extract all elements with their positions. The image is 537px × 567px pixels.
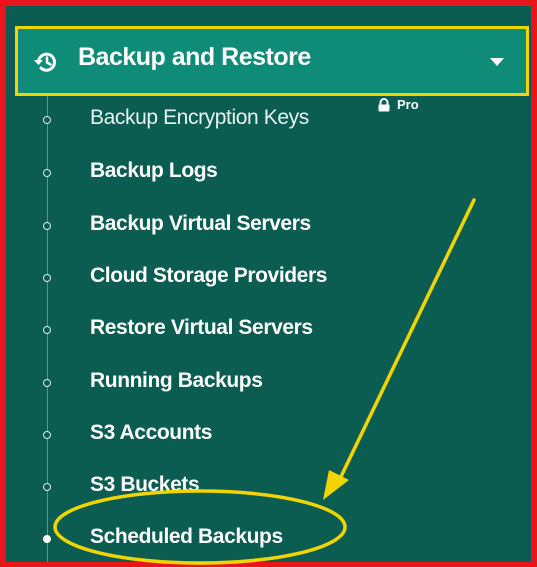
backup-and-restore-menu-header[interactable]: Backup and Restore [15, 26, 529, 96]
bullet-icon [43, 169, 51, 177]
submenu-item-label: Restore Virtual Servers [90, 316, 313, 339]
submenu-item-label: Scheduled Backups [90, 525, 283, 548]
pro-badge: Pro [377, 98, 419, 116]
submenu-item-label: Backup Logs [90, 159, 218, 182]
submenu-item-backup-virtual-servers[interactable]: Backup Virtual Servers [6, 210, 531, 246]
submenu-item-label: Backup Encryption Keys [90, 106, 309, 129]
bullet-icon [43, 431, 51, 439]
submenu-item-restore-virtual-servers[interactable]: Restore Virtual Servers [6, 314, 531, 350]
menu-header-title: Backup and Restore [78, 43, 311, 71]
bullet-icon [43, 379, 51, 387]
submenu-item-scheduled-backups[interactable]: Scheduled Backups [6, 523, 531, 559]
submenu-item-label: S3 Accounts [90, 421, 213, 444]
pro-label: Pro [397, 97, 419, 112]
sidebar-panel: Backup and Restore Backup Encryption Key… [0, 0, 537, 567]
submenu-item-s3-accounts[interactable]: S3 Accounts [6, 419, 531, 455]
bullet-icon [43, 222, 51, 230]
submenu-item-label: Running Backups [90, 369, 263, 392]
bullet-icon [43, 326, 51, 334]
submenu-item-backup-logs[interactable]: Backup Logs [6, 157, 531, 193]
submenu-item-cloud-storage-providers[interactable]: Cloud Storage Providers [6, 262, 531, 298]
active-bullet-icon [43, 535, 51, 543]
submenu-item-label: S3 Buckets [90, 473, 200, 496]
lock-icon [378, 98, 390, 112]
chevron-down-icon[interactable] [490, 58, 504, 66]
submenu-item-label: Backup Virtual Servers [90, 212, 311, 235]
submenu-item-running-backups[interactable]: Running Backups [6, 367, 531, 403]
history-icon [34, 52, 56, 72]
bullet-icon [43, 274, 51, 282]
bullet-icon [43, 116, 51, 124]
submenu-item-s3-buckets[interactable]: S3 Buckets [6, 471, 531, 507]
bullet-icon [43, 483, 51, 491]
submenu-item-backup-encryption-keys[interactable]: Backup Encryption Keys Pro [6, 98, 531, 140]
submenu-item-label: Cloud Storage Providers [90, 264, 328, 287]
